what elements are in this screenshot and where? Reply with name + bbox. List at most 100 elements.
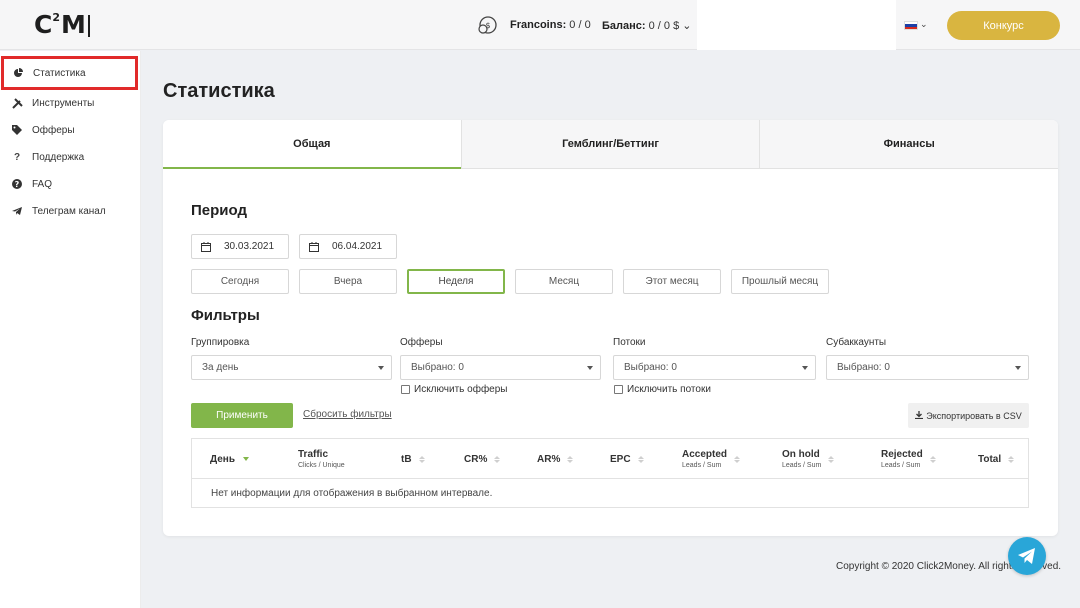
russia-flag-icon[interactable]	[904, 21, 918, 30]
logo-letter-m: M	[61, 10, 86, 39]
column-label: AR%	[537, 453, 561, 465]
tab-gambling-betting[interactable]: Гемблинг/Беттинг	[460, 120, 760, 169]
reset-filters-link[interactable]: Сбросить фильтры	[303, 409, 392, 420]
caret-down-icon	[1015, 366, 1021, 370]
exclude-streams-label: Исключить потоки	[627, 384, 711, 395]
francoins-counter: Francoins: 0 / 0	[510, 19, 591, 31]
page-title: Статистика	[163, 80, 275, 102]
column-total[interactable]: Total	[978, 439, 1015, 479]
balance-label: Баланс:	[602, 20, 646, 32]
sidebar-item-label: Статистика	[33, 67, 86, 79]
sidebar-item-tools[interactable]: Инструменты	[0, 90, 141, 116]
tag-icon	[11, 125, 23, 135]
date-to-value: 06.04.2021	[332, 241, 383, 252]
sort-icon	[929, 455, 936, 463]
column-tb[interactable]: tB	[401, 439, 425, 479]
checkbox-box[interactable]	[614, 385, 623, 394]
column-day[interactable]: День	[210, 439, 249, 479]
sort-icon	[567, 455, 574, 463]
sort-icon	[637, 455, 644, 463]
language-chevron-down-icon[interactable]: ⌄	[920, 19, 928, 30]
sort-icon	[494, 455, 501, 463]
export-csv-button[interactable]: Экспортировать в CSV	[908, 403, 1029, 428]
sort-icon	[828, 455, 835, 463]
sidebar-item-label: Инструменты	[32, 97, 95, 109]
balance-value: 0 / 0 $	[648, 20, 680, 32]
column-label: Rejected	[881, 449, 923, 460]
sidebar-item-support[interactable]: ? Поддержка	[0, 144, 141, 170]
telegram-icon	[11, 206, 23, 216]
caret-down-icon	[587, 366, 593, 370]
column-sublabel: Leads / Sum	[682, 462, 722, 469]
period-week-button[interactable]: Неделя	[407, 269, 505, 294]
column-ar[interactable]: AR%	[537, 439, 574, 479]
table-empty-message: Нет информации для отображения в выбранн…	[211, 488, 493, 499]
date-from-value: 30.03.2021	[224, 241, 275, 252]
tools-icon	[11, 97, 23, 109]
column-on-hold[interactable]: On hold Leads / Sum	[782, 439, 835, 479]
period-today-button[interactable]: Сегодня	[191, 269, 289, 294]
offers-select[interactable]: Выбрано: 0	[400, 355, 601, 380]
column-cr[interactable]: CR%	[464, 439, 501, 479]
column-accepted[interactable]: Accepted Leads / Sum	[682, 439, 741, 479]
sidebar-item-label: Поддержка	[32, 151, 85, 163]
table-header: День Traffic Clicks / Unique tB CR% AR% …	[192, 439, 1028, 479]
logo-bar	[87, 15, 90, 37]
column-traffic[interactable]: Traffic Clicks / Unique	[298, 439, 345, 479]
logo-superscript: 2	[52, 11, 61, 24]
francoins-label: Francoins:	[510, 19, 567, 31]
caret-down-icon	[802, 366, 808, 370]
subaccounts-select[interactable]: Выбрано: 0	[826, 355, 1029, 380]
question-circle-icon: ?	[11, 179, 23, 189]
tab-finance[interactable]: Финансы	[759, 120, 1059, 169]
sort-desc-icon	[243, 457, 249, 461]
calendar-icon	[309, 241, 319, 252]
sort-icon	[734, 455, 741, 463]
checkbox-box[interactable]	[401, 385, 410, 394]
top-header: C 2 M $ Francoins: 0 / 0 Баланс: 0 / 0 $…	[0, 0, 1080, 50]
svg-text:$: $	[485, 21, 490, 30]
period-last-month-button[interactable]: Прошлый месяц	[731, 269, 829, 294]
period-yesterday-button[interactable]: Вчера	[299, 269, 397, 294]
exclude-streams-checkbox[interactable]: Исключить потоки	[614, 384, 711, 395]
date-from-field[interactable]: 30.03.2021	[191, 234, 289, 259]
sidebar: Статистика Инструменты Офферы ? Поддержк…	[0, 51, 141, 608]
telegram-chat-button[interactable]	[1008, 537, 1046, 575]
sidebar-item-label: Телеграм канал	[32, 205, 106, 217]
header-blank-area	[697, 0, 896, 50]
contest-button[interactable]: Конкурс	[947, 11, 1060, 40]
date-to-field[interactable]: 06.04.2021	[299, 234, 397, 259]
column-label: tB	[401, 453, 412, 465]
sidebar-item-telegram[interactable]: Телеграм канал	[0, 198, 141, 224]
streams-label: Потоки	[613, 337, 646, 348]
francoins-value: 0 / 0	[569, 19, 591, 31]
period-month-button[interactable]: Месяц	[515, 269, 613, 294]
offers-label: Офферы	[400, 337, 443, 348]
offers-value: Выбрано: 0	[411, 362, 464, 373]
apply-button[interactable]: Применить	[191, 403, 293, 428]
tab-general[interactable]: Общая	[163, 120, 461, 169]
sidebar-item-statistics[interactable]: Статистика	[1, 56, 138, 90]
column-label: Traffic	[298, 449, 329, 460]
column-sublabel: Leads / Sum	[782, 462, 822, 469]
sidebar-item-offers[interactable]: Офферы	[0, 117, 141, 143]
streams-select[interactable]: Выбрано: 0	[613, 355, 816, 380]
statistics-card: Общая Гемблинг/Беттинг Финансы Период 30…	[163, 120, 1059, 536]
click2money-logo[interactable]: C 2 M	[34, 12, 90, 38]
sidebar-item-label: FAQ	[32, 178, 53, 190]
streams-value: Выбрано: 0	[624, 362, 677, 373]
column-sublabel: Leads / Sum	[881, 462, 921, 469]
telegram-icon	[1018, 548, 1035, 564]
column-label: Accepted	[682, 449, 728, 460]
period-this-month-button[interactable]: Этот месяц	[623, 269, 721, 294]
column-epc[interactable]: EPC	[610, 439, 644, 479]
exclude-offers-checkbox[interactable]: Исключить офферы	[401, 384, 507, 395]
balance-dropdown[interactable]: Баланс: 0 / 0 $ ⌄	[602, 19, 691, 32]
grouping-label: Группировка	[191, 337, 250, 348]
sidebar-item-faq[interactable]: ? FAQ	[0, 171, 141, 197]
column-rejected[interactable]: Rejected Leads / Sum	[881, 439, 936, 479]
column-sublabel: Clicks / Unique	[298, 462, 345, 469]
pie-chart-icon	[12, 68, 24, 78]
grouping-select[interactable]: За день	[191, 355, 392, 380]
period-title: Период	[191, 202, 247, 219]
